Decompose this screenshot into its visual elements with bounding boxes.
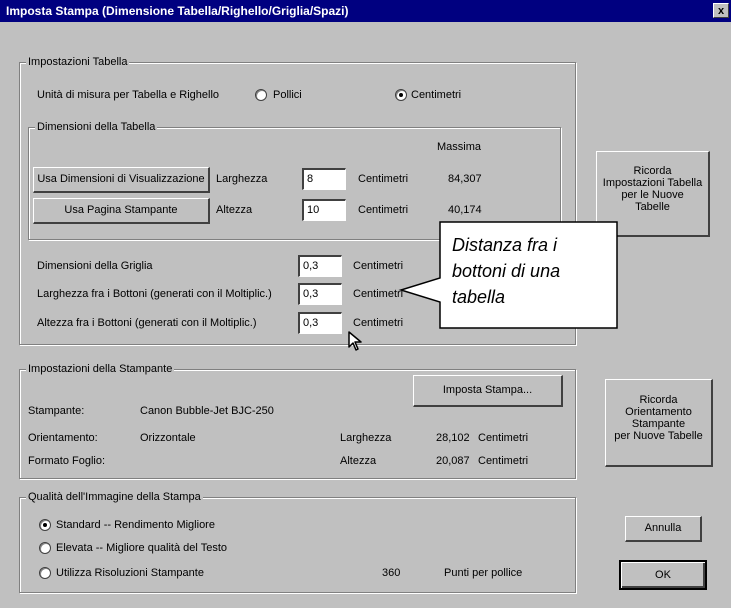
printer-width-unit: Centimetri	[478, 432, 529, 444]
radio-quality-standard-label[interactable]: Standard -- Rendimento Migliore	[56, 518, 215, 532]
print-setup-dialog: Imposta Stampa (Dimensione Tabella/Righe…	[0, 0, 731, 608]
radio-quality-printer-resolution[interactable]	[39, 567, 51, 579]
paper-format-label: Formato Foglio:	[28, 455, 106, 467]
dpi-value: 360	[382, 567, 401, 579]
remember-orientation-line-3: Stampante	[631, 418, 686, 430]
radio-quality-printer-resolution-label[interactable]: Utilizza Risoluzioni Stampante	[56, 566, 204, 580]
printer-label: Stampante:	[28, 405, 85, 417]
cancel-label: Annulla	[644, 522, 682, 534]
printer-height-label: Altezza	[340, 455, 377, 467]
mouse-pointer-icon	[348, 331, 362, 351]
printer-width-value: 28,102	[436, 432, 470, 444]
callout-line-2: bottoni di una	[452, 261, 561, 281]
remember-orientation-button[interactable]: Ricorda Orientamento Stampante per Nuove…	[605, 379, 713, 467]
print-quality-title: Qualità dell'Immagine della Stampa	[26, 490, 203, 504]
orientation-value: Orizzontale	[140, 432, 196, 444]
orientation-label: Orientamento:	[28, 432, 98, 444]
ok-label: OK	[655, 569, 671, 581]
remember-orientation-line-4: per Nuove Tabelle	[614, 430, 703, 442]
callout-line-1: Distanza fra i	[452, 235, 558, 255]
callout-line-3: tabella	[452, 287, 506, 307]
printer-height-value: 20,087	[436, 455, 470, 467]
dpi-unit: Punti per pollice	[444, 567, 523, 579]
printer-settings-title: Impostazioni della Stampante	[26, 362, 175, 376]
printer-setup-label: Imposta Stampa...	[442, 384, 533, 396]
remember-orientation-line-2: Orientamento	[625, 406, 692, 418]
radio-quality-high-label[interactable]: Elevata -- Migliore qualità del Testo	[56, 541, 227, 555]
printer-width-label: Larghezza	[340, 432, 392, 444]
printer-height-unit: Centimetri	[478, 455, 529, 467]
radio-quality-standard[interactable]	[39, 519, 51, 531]
printer-setup-button[interactable]: Imposta Stampa...	[413, 375, 563, 407]
remember-orientation-line-1: Ricorda	[639, 394, 678, 406]
cancel-button[interactable]: Annulla	[625, 516, 702, 542]
printer-value: Canon Bubble-Jet BJC-250	[140, 405, 274, 417]
ok-button[interactable]: OK	[619, 560, 707, 590]
radio-quality-high[interactable]	[39, 542, 51, 554]
